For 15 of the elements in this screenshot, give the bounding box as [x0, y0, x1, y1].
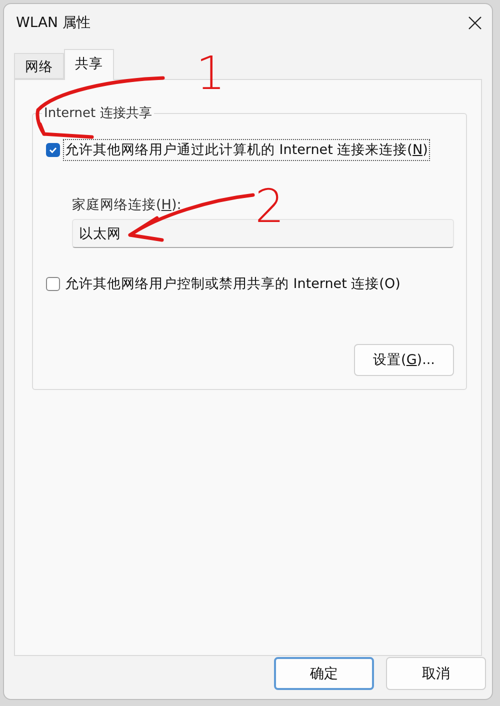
annotation-number: 1 — [196, 50, 226, 96]
ok-button[interactable]: 确定 — [274, 657, 374, 690]
window-title: WLAN 属性 — [16, 14, 90, 32]
check-icon — [48, 145, 58, 155]
group-title: Internet 连接共享 — [43, 105, 153, 122]
settings-button[interactable]: 设置(G)... — [354, 344, 454, 376]
close-icon[interactable] — [468, 16, 482, 30]
checkbox-label: 允许其他网络用户通过此计算机的 Internet 连接来连接(N) — [64, 140, 429, 160]
field-label: 家庭网络连接(H): — [72, 196, 182, 214]
checkbox-label: 允许其他网络用户控制或禁用共享的 Internet 连接(O) — [64, 275, 402, 294]
tab[interactable]: 网络 — [14, 53, 64, 79]
cancel-button[interactable]: 取消 — [386, 657, 486, 690]
tab[interactable]: 共享 — [64, 49, 114, 80]
checkbox[interactable] — [46, 277, 60, 291]
checkbox[interactable] — [46, 143, 60, 157]
